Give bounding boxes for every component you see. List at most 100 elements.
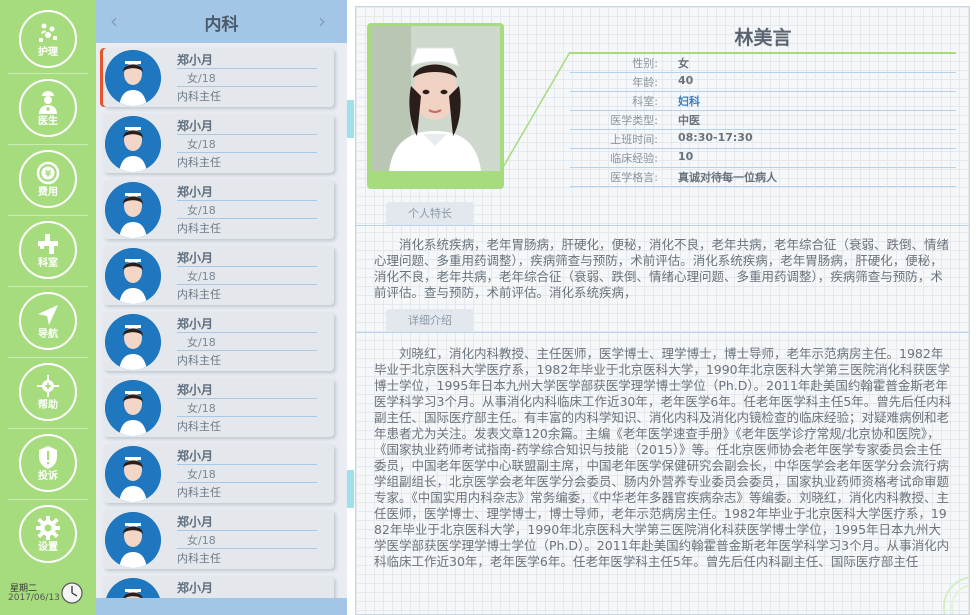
- svg-text:¥: ¥: [45, 170, 52, 180]
- doctor-card[interactable]: 郑小月 女/18 内科主任: [103, 246, 334, 305]
- avatar: [105, 578, 161, 598]
- info-label: 科室:: [632, 95, 658, 108]
- tab-specialty[interactable]: 个人特长: [386, 202, 474, 226]
- doctor-gender-age: 女/18: [187, 204, 216, 217]
- avatar: [105, 314, 161, 370]
- doctor-card[interactable]: 郑小月 女/18 内科主任: [103, 510, 334, 569]
- avatar: [105, 50, 161, 106]
- divider: [177, 530, 317, 531]
- doctor-title: 内科主任: [177, 354, 221, 367]
- divider: [177, 548, 317, 549]
- avatar: [105, 116, 161, 172]
- nav-care-label: 护理: [38, 47, 58, 58]
- avatar: [105, 446, 161, 502]
- nav-settings-label: 设置: [38, 542, 58, 553]
- department-title: 内科: [204, 15, 239, 35]
- info-value: 40: [678, 74, 694, 87]
- doctor-title: 内科主任: [177, 222, 221, 235]
- doctor-gender-age: 女/18: [187, 138, 216, 151]
- main-nav: 护理 医生 ¥ 费用 科室 导航 帮助 投诉 设置 星期二 2017/06/13: [0, 0, 96, 615]
- nav-divider: [8, 286, 88, 287]
- doctor-card[interactable]: 郑小月 女/18 内科主任: [103, 114, 334, 173]
- doctor-title: 内科主任: [177, 552, 221, 565]
- avatar: [105, 248, 161, 304]
- doctor-card[interactable]: 郑小月: [103, 576, 334, 598]
- avatar: [105, 380, 161, 436]
- nav-doctor-button[interactable]: 医生: [19, 79, 77, 137]
- avatar: [105, 182, 161, 238]
- doctor-card[interactable]: 郑小月 女/18 内科主任: [103, 378, 334, 437]
- info-row-department: 科室: 妇科: [570, 92, 956, 111]
- doctor-gender-age: 女/18: [187, 468, 216, 481]
- nav-fee-button[interactable]: ¥ 费用: [19, 150, 77, 208]
- doctor-name: 郑小月: [177, 449, 214, 463]
- divider: [177, 464, 317, 465]
- complaint-icon: [39, 446, 57, 469]
- tab-detailed-intro[interactable]: 详细介绍: [386, 309, 474, 333]
- doctor-list[interactable]: 郑小月 女/18 内科主任 郑小月 女/18 内科主任 郑小月 女/18 内科主…: [96, 43, 347, 598]
- doctor-title: 内科主任: [177, 486, 221, 499]
- nav-department-label: 科室: [38, 258, 58, 269]
- info-row-experience: 临床经验: 10: [570, 149, 956, 168]
- specialty-text: 消化系统疾病，老年胃肠病，肝硬化，便秘，消化不良，老年共病，老年综合征（衰弱、跌…: [374, 237, 950, 300]
- doctor-name: 郑小月: [177, 53, 214, 67]
- nav-department-button[interactable]: 科室: [19, 221, 77, 279]
- nav-divider: [8, 428, 88, 429]
- doctor-gender-age: 女/18: [187, 534, 216, 547]
- info-row-motto: 医学格言: 真诚对待每一位病人: [570, 168, 956, 187]
- info-value: 中医: [678, 114, 700, 127]
- info-value: 10: [678, 150, 694, 163]
- scroll-handle[interactable]: [347, 470, 354, 508]
- doctor-name: 郑小月: [177, 185, 214, 199]
- fee-icon: ¥: [36, 161, 60, 185]
- doctor-card[interactable]: 郑小月 女/18 内科主任: [103, 312, 334, 371]
- info-row-gender: 性别: 女: [570, 54, 956, 73]
- nav-complaint-label: 投诉: [38, 471, 58, 482]
- divider: [177, 350, 317, 351]
- info-label: 医学格言:: [610, 171, 658, 184]
- nav-help-label: 帮助: [38, 400, 58, 411]
- nav-divider: [8, 144, 88, 145]
- info-row-medical-type: 医学类型: 中医: [570, 111, 956, 130]
- doctor-name: 郑小月: [177, 515, 214, 529]
- doctor-title: 内科主任: [177, 288, 221, 301]
- doctor-name: 郑小月: [177, 317, 214, 331]
- nav-navigation-button[interactable]: 导航: [19, 292, 77, 350]
- divider: [177, 482, 317, 483]
- doctor-card[interactable]: 郑小月 女/18 内科主任: [103, 444, 334, 503]
- doctor-name: 郑小月: [177, 383, 214, 397]
- doctor-gender-age: 女/18: [187, 72, 216, 85]
- info-value: 妇科: [678, 95, 700, 108]
- nav-care-button[interactable]: 护理: [19, 10, 77, 68]
- nav-complaint-button[interactable]: 投诉: [19, 434, 77, 492]
- date-text: 2017/06/13: [8, 593, 60, 603]
- doctor-gender-age: 女/18: [187, 336, 216, 349]
- doctor-card[interactable]: 郑小月 女/18 内科主任: [103, 180, 334, 239]
- divider: [177, 416, 317, 417]
- clock-icon: [61, 582, 83, 604]
- divider: [177, 266, 317, 267]
- nav-help-button[interactable]: 帮助: [19, 363, 77, 421]
- nav-divider: [8, 357, 88, 358]
- info-label: 临床经验:: [610, 152, 658, 165]
- doctor-photo: [371, 26, 500, 171]
- help-icon: [37, 375, 59, 397]
- divider: [177, 68, 317, 69]
- nav-navigation-label: 导航: [38, 329, 58, 340]
- next-arrow-icon[interactable]: ›: [318, 9, 326, 33]
- scroll-handle[interactable]: [347, 100, 354, 138]
- doctor-icon: [39, 91, 57, 114]
- info-value: 真诚对待每一位病人: [678, 171, 777, 184]
- divider: [177, 218, 317, 219]
- care-icon: [39, 23, 57, 42]
- info-value: 08:30-17:30: [678, 131, 753, 144]
- divider: [177, 332, 317, 333]
- nav-settings-button[interactable]: 设置: [19, 505, 77, 563]
- doctor-card[interactable]: 郑小月 女/18 内科主任: [103, 48, 334, 107]
- nav-divider: [8, 215, 88, 216]
- info-label: 医学类型:: [610, 114, 658, 127]
- divider: [177, 152, 317, 153]
- info-row-work-hours: 上班时间: 08:30-17:30: [570, 130, 956, 149]
- doctor-photo-frame: [367, 23, 504, 189]
- connector-line: [502, 51, 571, 170]
